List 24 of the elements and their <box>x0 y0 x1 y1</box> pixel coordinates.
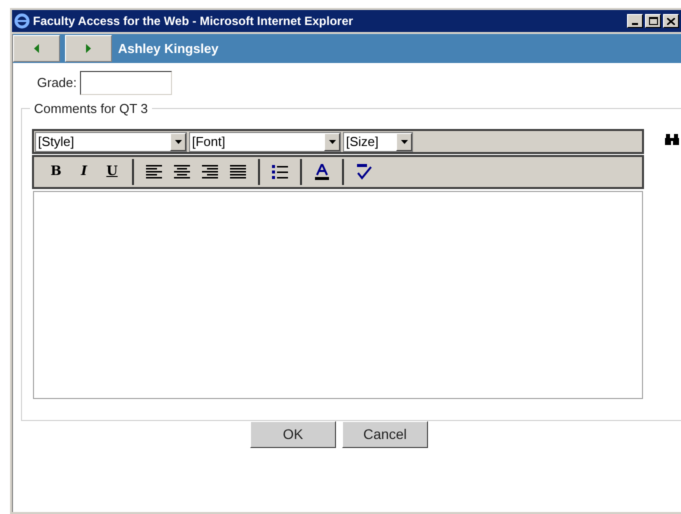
next-button[interactable] <box>65 35 112 62</box>
student-name: Ashley Kingsley <box>118 40 218 58</box>
toolbar-dropdown[interactable]: [Style] <box>35 132 187 152</box>
grade-label: Grade: <box>37 74 77 92</box>
browser-icon <box>14 13 30 29</box>
maximize-icon <box>648 17 658 25</box>
underline-button[interactable]: U <box>98 161 126 183</box>
dialog-button[interactable]: OK <box>250 421 336 448</box>
minimize-icon <box>632 23 638 25</box>
toolbar-dropdown[interactable]: [Size] <box>343 132 413 152</box>
dialog-button[interactable]: Cancel <box>342 421 428 448</box>
right-arrow-icon <box>86 44 91 53</box>
close-button[interactable] <box>663 14 679 28</box>
maximize-button[interactable] <box>645 14 661 28</box>
window-title: Faculty Access for the Web - Microsoft Internet Explorer <box>33 13 354 30</box>
previous-button[interactable] <box>13 35 60 62</box>
close-icon <box>667 18 675 24</box>
binoculars-icon[interactable] <box>665 134 679 145</box>
toolbar-dropdown[interactable]: [Font] <box>189 132 341 152</box>
left-arrow-icon <box>34 44 39 53</box>
minimize-button[interactable] <box>627 14 643 28</box>
italic-button[interactable]: I <box>70 161 98 183</box>
grade-field[interactable] <box>80 71 172 95</box>
bold-button[interactable]: B <box>42 161 70 183</box>
